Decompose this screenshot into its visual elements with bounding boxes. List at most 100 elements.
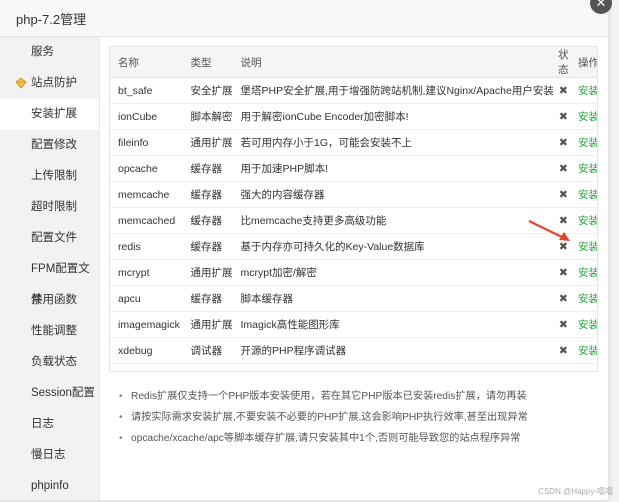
install-link-cell: 安装	[573, 181, 597, 208]
table-row: imap 邮件服务 邮件服务器必备 ✖ 安装	[110, 363, 598, 372]
install-link-cell: 安装	[573, 337, 597, 364]
install-link[interactable]: 安装	[578, 267, 597, 279]
sidebar-item[interactable]: 服务	[0, 37, 99, 68]
extension-name: imap	[118, 371, 141, 372]
extension-table: 名称 类型 说明 状态 操作 bt_safe 安全扩展 堡塔PHP安全扩展,用于增强…	[110, 47, 598, 372]
extension-type-cell: 调试器	[182, 337, 233, 364]
sidebar-item[interactable]: 配置修改	[0, 130, 99, 161]
header-type: 类型	[182, 47, 233, 78]
install-link[interactable]: 安装	[578, 241, 597, 253]
extension-name: ionCube	[118, 110, 158, 123]
install-link-cell: 安装	[573, 259, 597, 286]
sidebar-item-label: 站点防护	[31, 77, 77, 89]
sidebar-item[interactable]: 日志	[0, 409, 99, 440]
sidebar-item-label: 日志	[31, 418, 54, 430]
table-row: mcrypt 通用扩展 mcrypt加密/解密 ✖ 安装	[110, 259, 597, 286]
extension-name: memcached	[118, 214, 176, 227]
extension-desc-cell: Imagick高性能图形库	[232, 311, 554, 338]
extension-type-cell: 安全扩展	[182, 77, 233, 104]
table-row: imagemagick 通用扩展 Imagick高性能图形库 ✖ 安装	[110, 311, 597, 338]
sidebar-item[interactable]: 站点防护	[0, 68, 99, 99]
install-link[interactable]: 安装	[578, 293, 597, 305]
not-installed-icon: ✖	[558, 137, 569, 149]
install-link[interactable]: 安装	[578, 371, 598, 372]
extension-name: apcu	[118, 292, 141, 305]
extension-type: 安全扩展	[190, 85, 233, 97]
not-installed-icon-cell: ✖	[553, 363, 573, 372]
extension-type: 缓存器	[190, 293, 223, 305]
sidebar-item-label: 慢日志	[31, 449, 66, 461]
extension-name: mcrypt	[118, 266, 150, 279]
sidebar-item[interactable]: Session配置	[0, 378, 99, 409]
not-installed-icon: ✖	[558, 319, 569, 331]
table-header-row: 名称 类型 说明 状态 操作	[110, 47, 597, 78]
sidebar-item[interactable]: phpinfo	[0, 471, 99, 502]
not-installed-icon: ✖	[558, 85, 569, 97]
install-link[interactable]: 安装	[578, 163, 597, 175]
sidebar-item-label: 安装扩展	[31, 108, 77, 120]
extension-desc-cell: 比memcache支持更多高级功能	[232, 207, 554, 234]
extension-desc: 基于内存亦可持久化的Key-Value数据库	[240, 241, 425, 253]
sidebar-item[interactable]: 上传限制	[0, 161, 99, 192]
extension-type: 缓存器	[190, 163, 223, 175]
install-link-cell: 安装	[573, 207, 597, 234]
sidebar-item[interactable]: 负载状态	[0, 347, 99, 378]
sidebar-item[interactable]: 配置文件	[0, 223, 99, 254]
extension-table-scroll[interactable]: 名称 类型 说明 状态 操作 bt_safe 安全扩展 堡塔PHP安全扩展,用于增强…	[109, 46, 598, 372]
extension-type: 邮件服务	[191, 371, 233, 372]
note-item: 请按实际需求安装扩展,不要安装不必要的PHP扩展,这会影响PHP执行效率,甚至出…	[119, 407, 598, 428]
extension-desc-cell: 开源的PHP程序调试器	[232, 337, 554, 364]
sidebar-item-label: 上传限制	[31, 170, 77, 182]
extension-type: 通用扩展	[190, 137, 233, 149]
sidebar-item[interactable]: 性能调整	[0, 316, 99, 347]
extension-desc-cell: 堡塔PHP安全扩展,用于增强防跨站机制,建议Nginx/Apache用户安装	[232, 77, 554, 104]
install-link[interactable]: 安装	[578, 215, 597, 227]
extension-desc: 脚本缓存器	[240, 293, 294, 305]
not-installed-icon-cell: ✖	[553, 285, 573, 312]
install-link[interactable]: 安装	[578, 137, 597, 149]
not-installed-icon-cell: ✖	[553, 259, 573, 286]
extension-type-cell: 缓存器	[182, 233, 233, 260]
note-item: opcache/xcache/apc等脚本缓存扩展,请只安装其中1个,否则可能导…	[119, 428, 598, 449]
extension-name-cell: bt_safe	[110, 77, 183, 104]
sidebar-item-label: 负载状态	[31, 356, 77, 368]
extension-type-cell: 缓存器	[182, 285, 233, 312]
sidebar-item[interactable]: 禁用函数	[0, 285, 99, 316]
sidebar-item[interactable]: FPM配置文件	[0, 254, 99, 306]
install-link-cell: 安装	[573, 129, 597, 156]
sidebar-item[interactable]: 安装扩展	[0, 99, 99, 130]
install-link[interactable]: 安装	[578, 111, 597, 123]
php-manager-dialog: php-7.2管理 ✕ 服务 站点防护 安装扩展 配置修改 上传限制 超时限制 配置文件 FP…	[0, 0, 612, 502]
extension-desc: 强大的内容缓存器	[240, 189, 325, 201]
not-installed-icon-cell: ✖	[553, 103, 573, 130]
sidebar-item-label: 配置修改	[31, 139, 77, 151]
table-row: bt_safe 安全扩展 堡塔PHP安全扩展,用于增强防跨站机制,建议Nginx/A…	[110, 77, 597, 104]
dialog-titlebar: php-7.2管理	[0, 0, 608, 37]
not-installed-icon: ✖	[559, 371, 568, 372]
extension-name-cell: memcache	[110, 181, 183, 208]
extension-name: xdebug	[118, 344, 153, 357]
table-row: opcache 缓存器 用于加速PHP脚本! ✖ 安装	[110, 155, 597, 182]
install-link[interactable]: 安装	[578, 319, 597, 331]
extension-name-cell: mcrypt	[110, 259, 183, 286]
table-row: ionCube 脚本解密 用于解密ionCube Encoder加密脚本! ✖ 安装	[110, 103, 597, 130]
sidebar-item-label: 性能调整	[31, 325, 77, 337]
sidebar-item-label: 配置文件	[31, 232, 77, 244]
extension-type-cell: 缓存器	[182, 207, 233, 234]
install-link[interactable]: 安装	[578, 345, 597, 357]
extension-desc-cell: 脚本缓存器	[232, 285, 554, 312]
install-link[interactable]: 安装	[578, 85, 597, 97]
notes-list: Redis扩展仅支持一个PHP版本安装使用，若在其它PHP版本已安装redis扩…	[109, 386, 598, 449]
note-item: Redis扩展仅支持一个PHP版本安装使用，若在其它PHP版本已安装redis扩…	[119, 386, 598, 407]
red-arrow-annotation	[528, 220, 570, 241]
not-installed-icon-cell: ✖	[553, 181, 573, 208]
sidebar-item-label: 禁用函数	[31, 294, 77, 306]
extension-name: redis	[118, 240, 141, 253]
install-link[interactable]: 安装	[578, 189, 597, 201]
table-row: redis 缓存器 基于内存亦可持久化的Key-Value数据库 ✖ 安装	[110, 233, 597, 260]
extension-type-cell: 通用扩展	[182, 311, 233, 338]
header-name: 名称	[110, 47, 183, 78]
sidebar-item[interactable]: 超时限制	[0, 192, 99, 223]
sidebar-item[interactable]: 慢日志	[0, 440, 99, 471]
install-link-cell: 安装	[573, 285, 597, 312]
